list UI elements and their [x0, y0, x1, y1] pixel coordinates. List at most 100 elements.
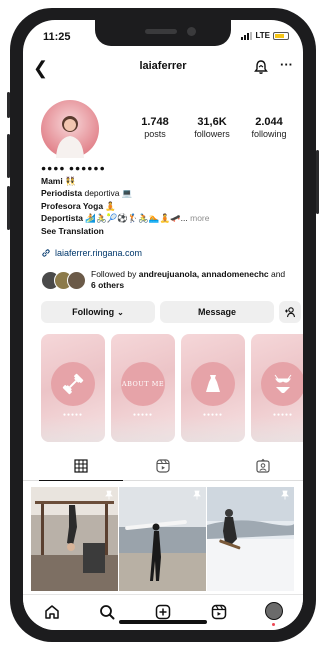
stat-label: followers: [194, 129, 230, 139]
profile-link[interactable]: laiaferrer.ringana.com: [41, 248, 142, 258]
bio-more-link[interactable]: more: [190, 213, 209, 223]
post-image: [119, 487, 206, 591]
pinned-icon: [281, 490, 289, 500]
avatar-person-icon: [56, 116, 84, 158]
post-image: [207, 487, 294, 591]
profile-link-text: laiaferrer.ringana.com: [55, 248, 143, 258]
stat-number: 1.748: [141, 116, 169, 128]
search-icon[interactable]: [98, 603, 116, 621]
story-highlights: ●●●●● ABOUT ME ●●●●● ●●●●● ●●●●●: [41, 334, 303, 444]
bikini-icon: [274, 374, 292, 393]
highlight-shade: [41, 416, 105, 442]
highlight-shade: [111, 416, 175, 442]
highlight-shade: [181, 416, 245, 442]
silent-switch: [7, 92, 10, 118]
new-post-icon[interactable]: [154, 603, 172, 621]
message-button[interactable]: Message: [160, 301, 274, 323]
profile-actions: Following ⌄ Message: [41, 301, 301, 323]
notification-dot: [272, 623, 275, 626]
message-label: Message: [197, 307, 237, 317]
post-image: [31, 487, 118, 591]
follower-avatar: [67, 271, 86, 290]
following-button[interactable]: Following ⌄: [41, 301, 155, 323]
followed-by-prefix: Followed by: [91, 269, 139, 279]
bio-name: ●●●● ●●●●●●: [41, 163, 106, 173]
highlight-cover: [51, 362, 95, 406]
network-label: LTE: [255, 31, 270, 40]
post-grid: [31, 487, 295, 591]
stat-followers[interactable]: 31,6K followers: [184, 116, 240, 139]
profile-stats: 1.748 posts 31,6K followers 2.044 follow…: [127, 116, 297, 139]
dress-icon: [206, 375, 220, 392]
active-tab-indicator: [39, 479, 123, 481]
profile-bio: ●●●● ●●●●●● Mami 👯 Periodista deportiva …: [41, 162, 291, 237]
home-indicator: [119, 620, 207, 624]
bio-text: deportiva 💻: [82, 188, 133, 198]
stat-label: following: [251, 129, 287, 139]
pinned-icon: [105, 490, 113, 500]
reels-icon[interactable]: [210, 603, 228, 621]
bio-text: Mami 👯: [41, 175, 76, 186]
highlight-shade: [251, 416, 303, 442]
see-translation-link[interactable]: See Translation: [41, 225, 291, 238]
bio-line: Profesora Yoga 🧘: [41, 200, 291, 213]
chevron-down-icon: ⌄: [117, 307, 124, 317]
tagged-tab-icon[interactable]: [255, 458, 271, 474]
stat-posts[interactable]: 1.748 posts: [127, 116, 183, 139]
phone-screen: 11:25 LTE ❮ laiaferrer ··· 1.748 posts 3…: [23, 20, 303, 630]
bio-text: Profesora Yoga: [41, 200, 104, 211]
reels-tab-icon[interactable]: [155, 458, 171, 474]
profile-avatar-icon[interactable]: [265, 602, 283, 620]
notch: [95, 20, 231, 46]
followed-by-names: andreujuanola, annadomenechc: [138, 269, 269, 279]
following-label: Following: [72, 307, 115, 317]
bottom-navigation: [23, 594, 303, 630]
profile-tabs: [23, 452, 303, 481]
signal-icon: [241, 31, 253, 40]
bio-line: Deportista 🏄🚴🎾⚽🏌🚴🏊🧘🛹... more: [41, 212, 291, 225]
profile-avatar[interactable]: [41, 100, 99, 158]
post-thumbnail[interactable]: [31, 487, 118, 591]
highlight-cover: [261, 362, 303, 406]
stat-following[interactable]: 2.044 following: [241, 116, 297, 139]
followed-by-others: 6 others: [91, 280, 125, 290]
post-thumbnail[interactable]: [119, 487, 206, 591]
pinned-icon: [193, 490, 201, 500]
followed-by[interactable]: Followed by andreujuanola, annadomenechc…: [41, 269, 291, 293]
followed-by-text: Followed by andreujuanola, annadomenechc…: [91, 269, 291, 291]
highlight-item[interactable]: ●●●●●: [251, 334, 303, 442]
bio-line: Mami 👯: [41, 175, 291, 188]
stat-label: posts: [144, 129, 166, 139]
highlight-cover-text: ABOUT ME: [121, 380, 165, 388]
dumbbell-icon: [62, 373, 84, 395]
highlight-cover: ABOUT ME: [121, 362, 165, 406]
followed-by-middle: and: [268, 269, 286, 279]
bio-text: 🏄🚴🎾⚽🏌🚴🏊🧘🛹...: [83, 213, 191, 223]
notification-bell-icon[interactable]: [253, 59, 269, 75]
highlight-item[interactable]: ●●●●●: [181, 334, 245, 442]
add-person-icon: [285, 307, 296, 318]
link-icon: [42, 249, 50, 257]
follower-avatars: [41, 271, 87, 291]
suggested-users-button[interactable]: [279, 301, 301, 323]
post-thumbnail[interactable]: [207, 487, 294, 591]
more-options-icon[interactable]: ···: [280, 57, 293, 72]
volume-down-button: [7, 186, 10, 230]
grid-tab-icon[interactable]: [73, 458, 89, 474]
highlight-item[interactable]: ●●●●●: [41, 334, 105, 442]
highlight-item[interactable]: ABOUT ME ●●●●●: [111, 334, 175, 442]
bio-text: Deportista: [41, 213, 84, 223]
power-button: [316, 150, 319, 214]
battery-icon: [273, 31, 289, 40]
bio-text: Periodista: [41, 188, 83, 198]
status-time: 11:25: [43, 31, 71, 43]
profile-header: ❮ laiaferrer ···: [23, 56, 303, 80]
highlight-cover: [191, 362, 235, 406]
stat-number: 2.044: [255, 116, 283, 128]
bio-text: 🧘: [103, 200, 116, 211]
stat-number: 31,6K: [197, 116, 227, 128]
home-icon[interactable]: [43, 603, 61, 621]
see-translation-text: See Translation: [41, 225, 104, 236]
volume-up-button: [7, 134, 10, 178]
bio-line: Periodista deportiva 💻: [41, 187, 291, 200]
